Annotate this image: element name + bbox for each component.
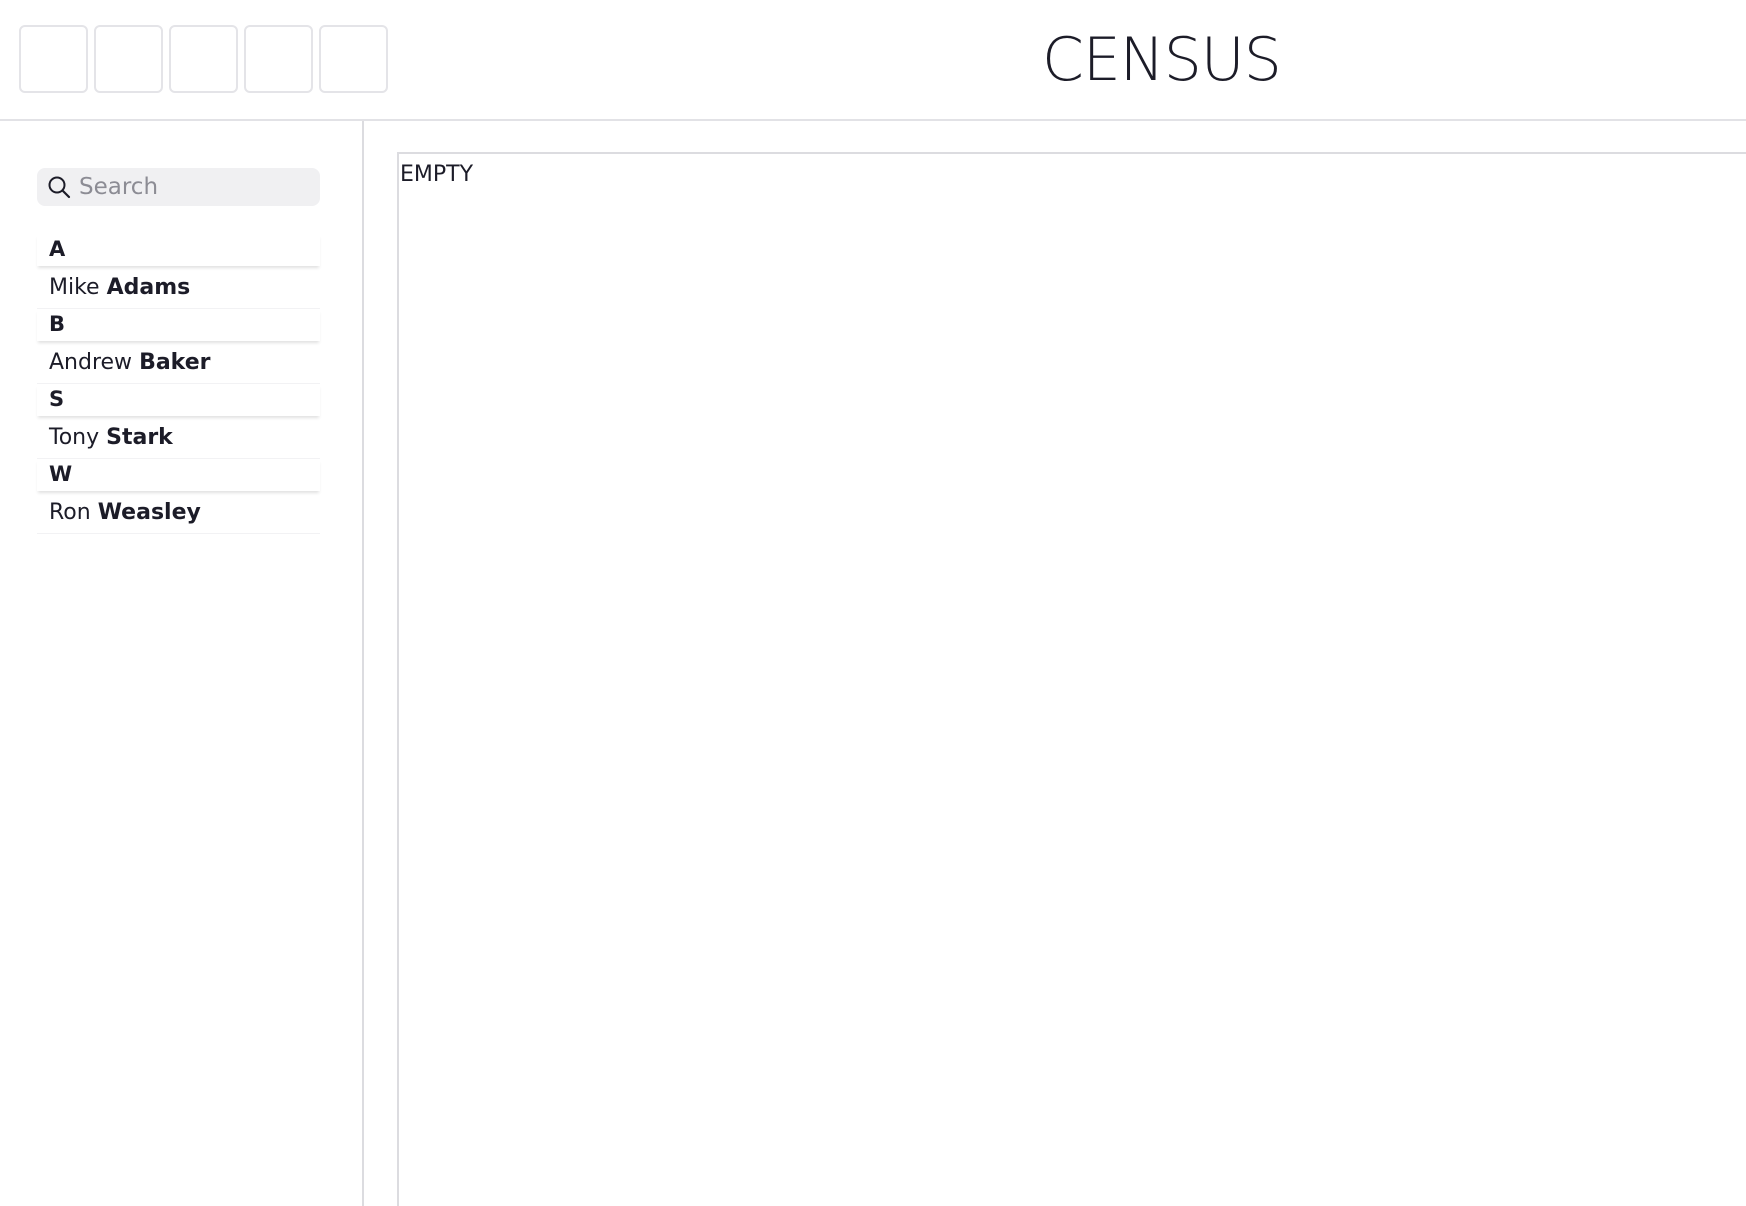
search-input[interactable]: [79, 168, 315, 206]
section-header-a: A: [37, 234, 320, 266]
census-app: CENSUS A Mike Adams B Andrew Baker S Ton…: [0, 0, 1746, 1206]
toolbar-button-5[interactable]: [319, 25, 388, 93]
last-name: Weasley: [97, 500, 201, 525]
header-bar: CENSUS: [0, 0, 1746, 121]
app-title: CENSUS: [1042, 25, 1282, 95]
detail-panel: EMPTY: [397, 152, 1746, 1206]
first-name: Mike: [49, 275, 100, 300]
first-name: Andrew: [49, 350, 133, 375]
toolbar-button-4[interactable]: [244, 25, 313, 93]
last-name: Stark: [106, 425, 173, 450]
list-item[interactable]: Mike Adams: [37, 266, 320, 309]
section-header-b: B: [37, 309, 320, 341]
empty-state-label: EMPTY: [400, 162, 474, 187]
last-name: Baker: [139, 350, 211, 375]
list-item[interactable]: Tony Stark: [37, 416, 320, 459]
search-icon: [48, 176, 71, 199]
section-header-w: W: [37, 459, 320, 491]
toolbar-button-3[interactable]: [169, 25, 238, 93]
toolbar-button-1[interactable]: [19, 25, 88, 93]
section-header-s: S: [37, 384, 320, 416]
first-name: Ron: [49, 500, 91, 525]
toolbar-button-2[interactable]: [94, 25, 163, 93]
contact-list: A Mike Adams B Andrew Baker S Tony Stark…: [37, 234, 320, 534]
first-name: Tony: [49, 425, 100, 450]
search-box[interactable]: [37, 168, 320, 206]
last-name: Adams: [106, 275, 191, 300]
sidebar: A Mike Adams B Andrew Baker S Tony Stark…: [0, 121, 364, 1206]
list-item[interactable]: Ron Weasley: [37, 491, 320, 534]
list-item[interactable]: Andrew Baker: [37, 341, 320, 384]
